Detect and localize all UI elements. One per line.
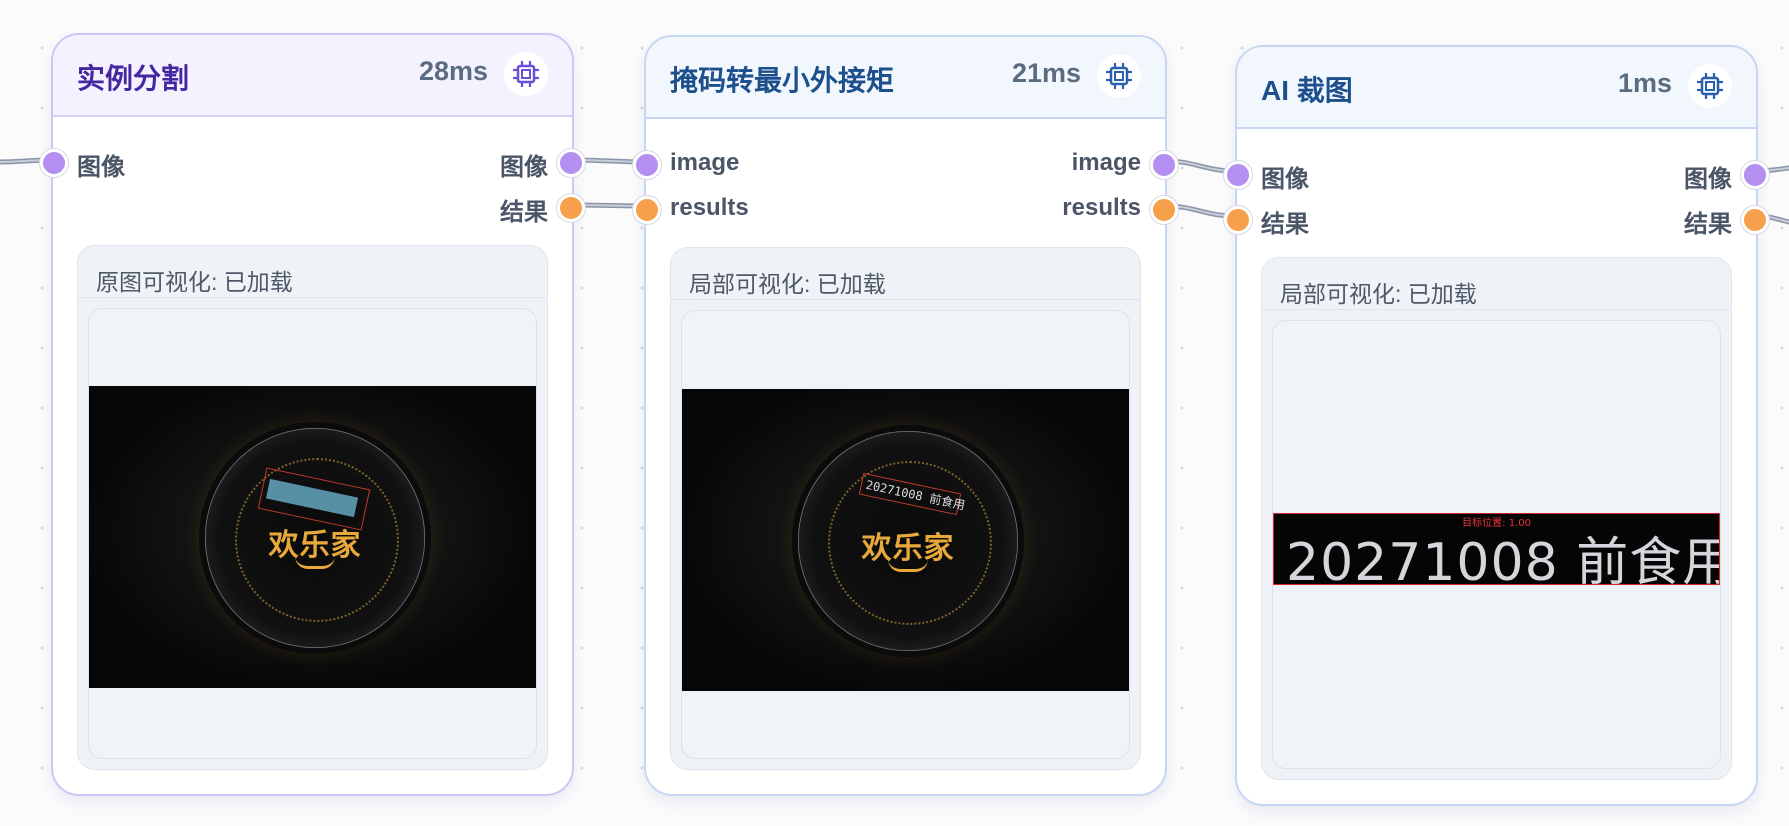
output-label-image: 图像 xyxy=(500,154,548,181)
segmentation-image: 欢乐家 xyxy=(89,386,536,688)
crop-date-text: 20271008 前食用 xyxy=(1286,533,1720,585)
visualization-title: 局部可视化: 已加载 xyxy=(671,248,1140,300)
input-port-image[interactable] xyxy=(633,151,661,179)
input-port-image[interactable] xyxy=(1224,161,1252,189)
node-header: AI 裁图 1ms xyxy=(1237,47,1756,129)
min-rect-image: 20271008 前食用 欢乐家 xyxy=(682,389,1129,691)
node-title: 实例分割 xyxy=(77,63,190,94)
lid-disc: 欢乐家 xyxy=(205,428,425,648)
output-label-results: 结果 xyxy=(1684,211,1732,238)
output-port-results[interactable] xyxy=(1741,206,1769,234)
node-header: 掩码转最小外接矩 21ms xyxy=(646,37,1165,119)
output-port-image[interactable] xyxy=(1741,161,1769,189)
visualization-panel: 原图可视化: 已加载 欢乐家 xyxy=(77,245,548,770)
visualization-title: 原图可视化: 已加载 xyxy=(78,246,547,298)
output-port-image[interactable] xyxy=(557,149,585,177)
input-label-image: image xyxy=(670,149,740,176)
input-port-image[interactable] xyxy=(40,149,68,177)
input-label-results: results xyxy=(670,194,749,221)
input-port-results[interactable] xyxy=(1224,206,1252,234)
cpu-chip-icon[interactable] xyxy=(1688,64,1732,108)
input-port-results[interactable] xyxy=(633,196,661,224)
output-label-results: 结果 xyxy=(500,199,548,226)
visualization-title: 局部可视化: 已加载 xyxy=(1262,258,1731,310)
node-exec-time: 21ms xyxy=(1011,58,1081,88)
image-frame[interactable]: 欢乐家 xyxy=(88,308,537,759)
output-port-results[interactable] xyxy=(1150,196,1178,224)
input-label-image: 图像 xyxy=(77,154,125,181)
node-exec-time: 28ms xyxy=(418,56,488,86)
cpu-chip-icon[interactable] xyxy=(504,52,548,96)
node-exec-time: 1ms xyxy=(1617,68,1672,98)
visualization-panel: 局部可视化: 已加载 目标位置: 1.00 20271008 前食用 xyxy=(1261,257,1732,780)
lid-disc: 20271008 前食用 欢乐家 xyxy=(798,431,1018,651)
node-ai-crop[interactable]: AI 裁图 1ms 图像 结果 图像 结果 局部可视化: 已加载 目标位置: 1… xyxy=(1224,45,1769,806)
output-label-image: 图像 xyxy=(1684,166,1732,193)
cropped-image: 目标位置: 1.00 20271008 前食用 xyxy=(1273,513,1720,585)
image-frame[interactable]: 20271008 前食用 欢乐家 xyxy=(681,310,1130,759)
input-label-results: 结果 xyxy=(1261,211,1309,238)
node-mask-to-min-rect[interactable]: 掩码转最小外接矩 21ms image results image result… xyxy=(633,35,1178,796)
node-instance-segmentation[interactable]: 实例分割 28ms 图像 图像 结果 原图可视化: 已加载 欢乐家 xyxy=(40,33,585,796)
output-port-image[interactable] xyxy=(1150,151,1178,179)
cpu-chip-icon[interactable] xyxy=(1097,54,1141,98)
node-title: 掩码转最小外接矩 xyxy=(670,65,895,96)
output-label-image: image xyxy=(1071,149,1141,176)
input-label-image: 图像 xyxy=(1261,166,1309,193)
image-frame[interactable]: 目标位置: 1.00 20271008 前食用 xyxy=(1272,320,1721,769)
node-title: AI 裁图 xyxy=(1261,75,1353,106)
node-header: 实例分割 28ms xyxy=(53,35,572,117)
output-port-results[interactable] xyxy=(557,194,585,222)
output-label-results: results xyxy=(1062,194,1141,221)
visualization-panel: 局部可视化: 已加载 20271008 前食用 欢乐家 xyxy=(670,247,1141,770)
